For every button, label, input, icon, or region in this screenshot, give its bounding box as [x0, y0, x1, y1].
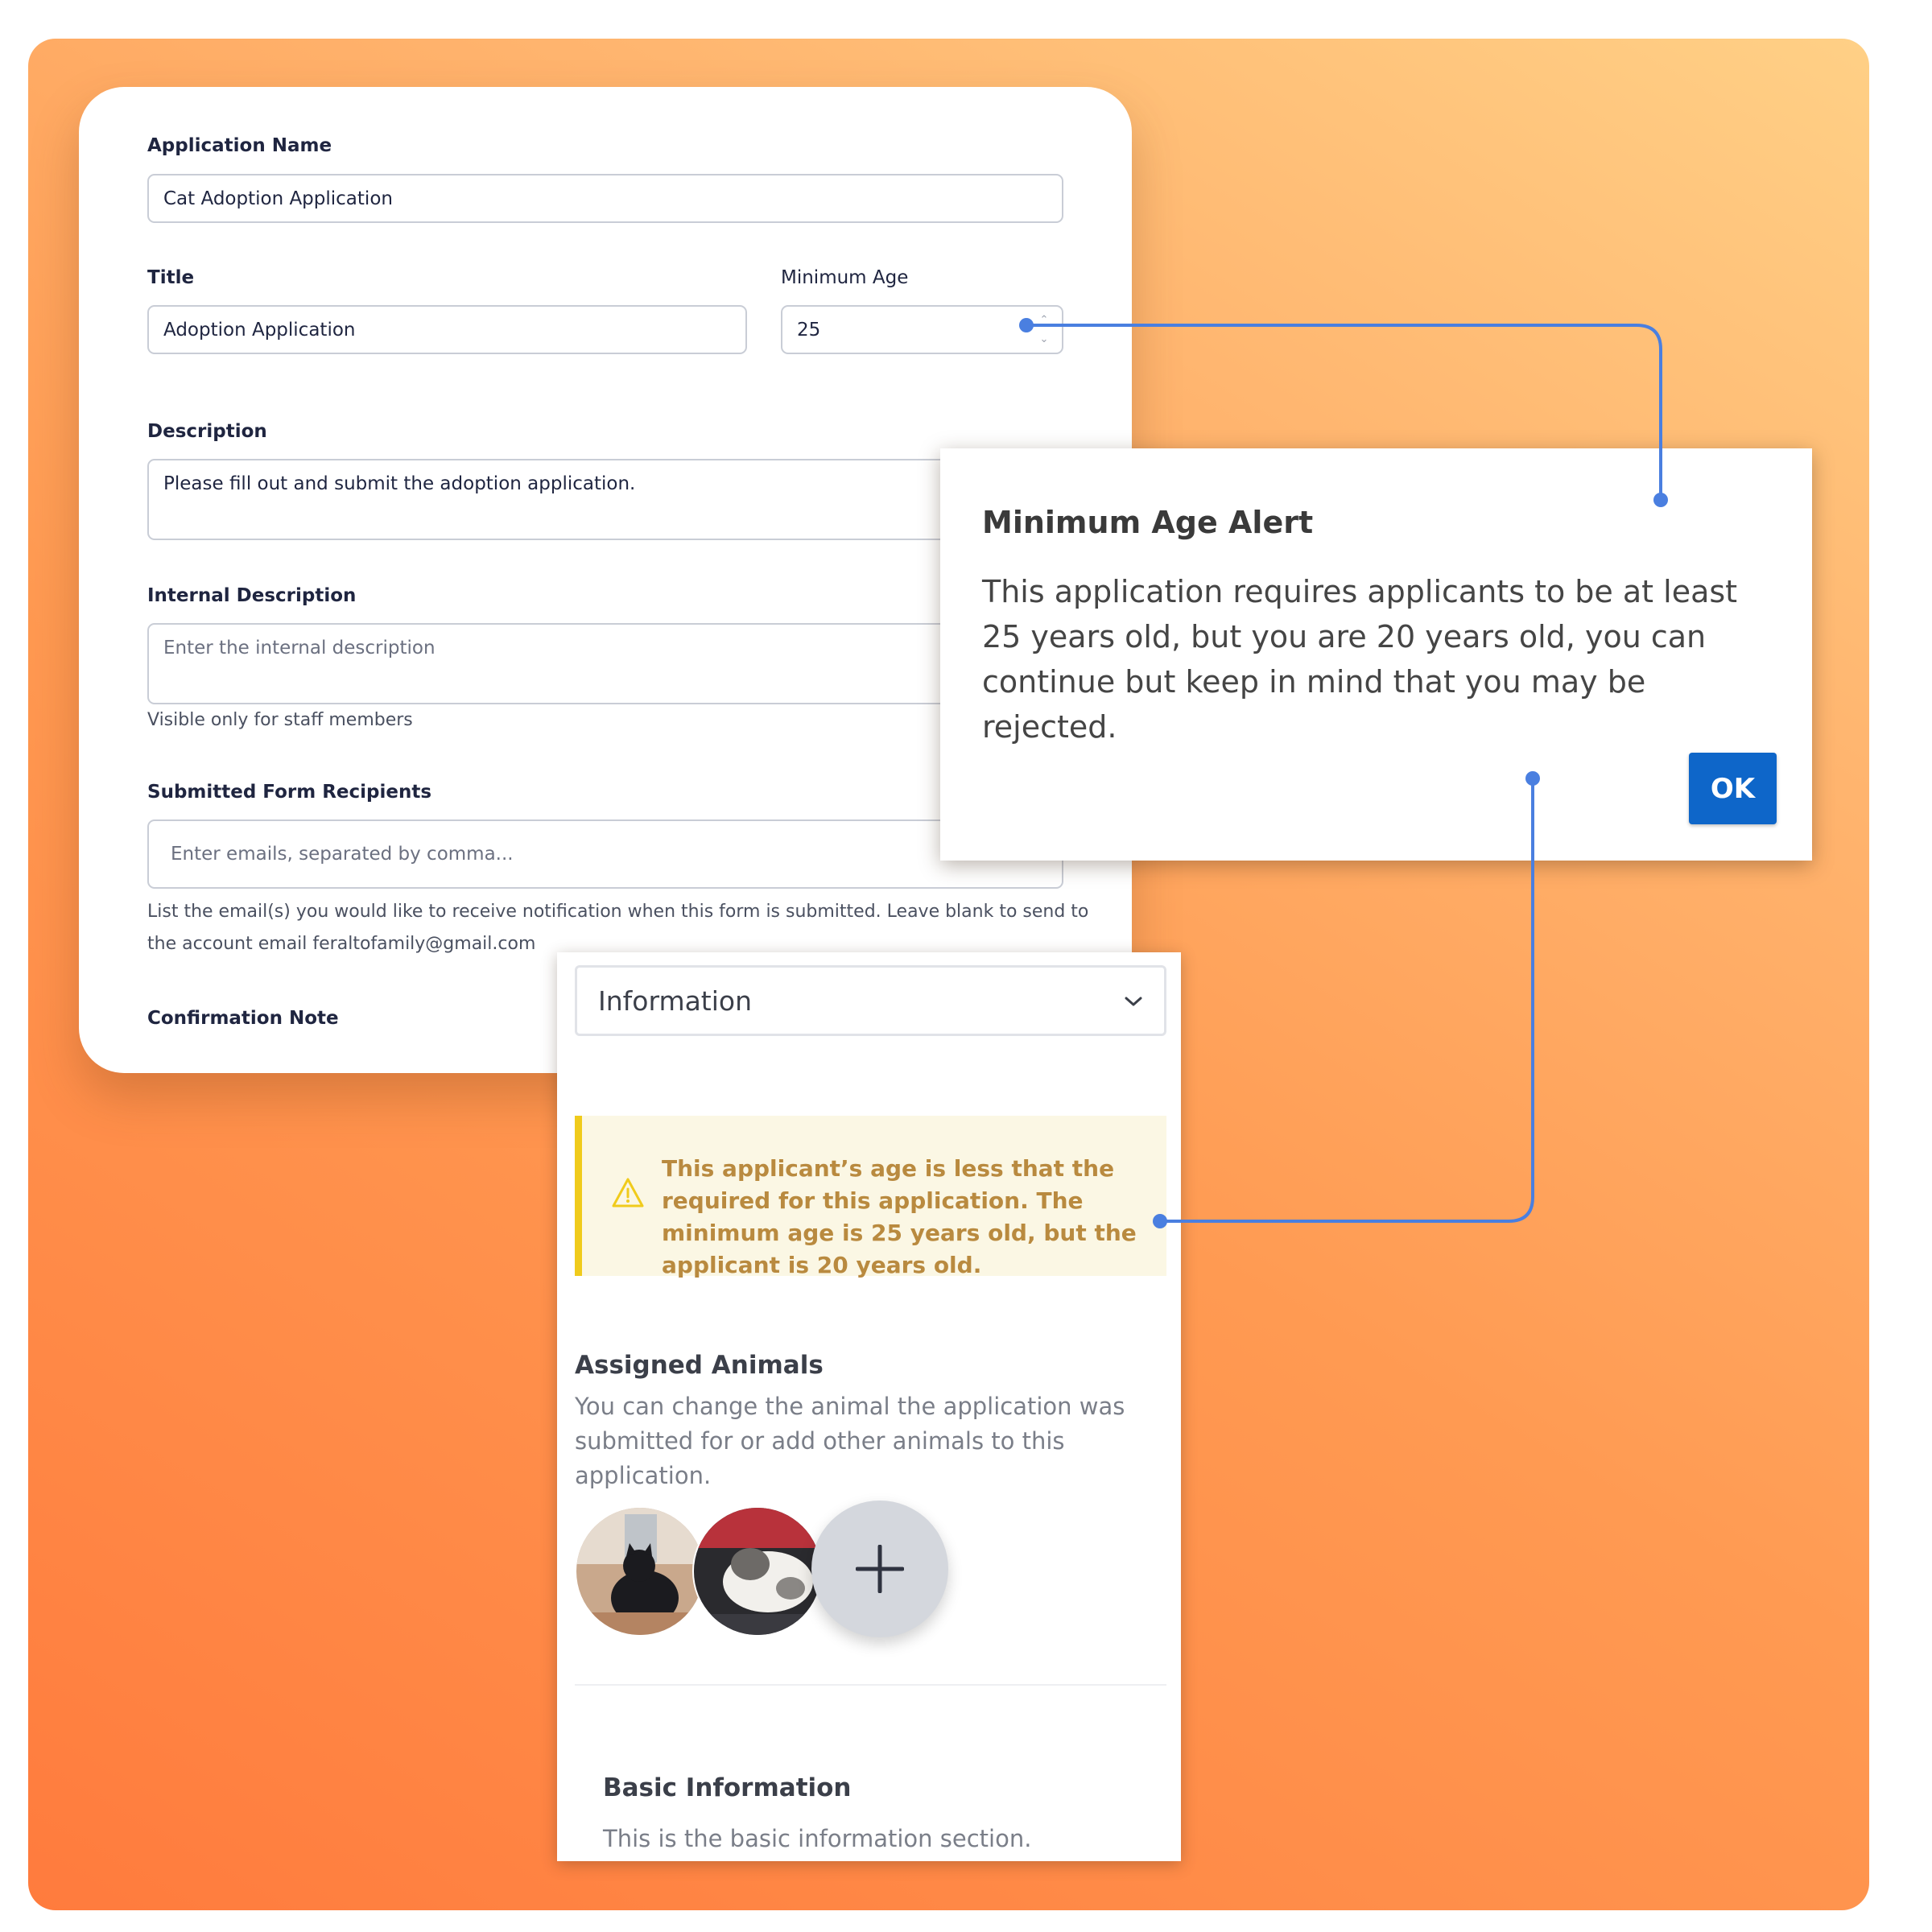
description-value: Please fill out and submit the adoption …	[163, 473, 636, 494]
confirmation-note-label: Confirmation Note	[147, 1008, 339, 1029]
description-label: Description	[147, 421, 267, 442]
animal-avatar[interactable]	[692, 1506, 823, 1637]
application-detail-panel: Information This applicant’s age is less…	[557, 952, 1181, 1861]
minimum-age-alert-dialog: Minimum Age Alert This application requi…	[940, 448, 1812, 861]
minimum-age-input[interactable]: 25 ⌃ ⌄	[781, 305, 1063, 354]
section-select-value: Information	[598, 985, 753, 1017]
alert-title: Minimum Age Alert	[982, 505, 1314, 540]
warning-message: This applicant’s age is less that the re…	[662, 1155, 1137, 1278]
minimum-age-label: Minimum Age	[781, 267, 909, 288]
black-cat-photo	[576, 1508, 704, 1635]
minimum-age-value: 25	[797, 319, 821, 341]
recipients-input[interactable]: Enter emails, separated by comma...	[147, 819, 1063, 889]
warning-icon	[612, 1178, 644, 1208]
animal-avatar[interactable]	[575, 1506, 705, 1637]
white-cat-photo	[694, 1508, 821, 1635]
assigned-animals-title: Assigned Animals	[575, 1351, 824, 1380]
recipients-help-line-2: the account email feraltofamily@gmail.co…	[147, 934, 536, 954]
basic-information-description: This is the basic information section.	[603, 1825, 1032, 1852]
chevron-down-icon[interactable]: ⌄	[1040, 334, 1049, 345]
application-name-label: Application Name	[147, 135, 332, 156]
internal-description-help: Visible only for staff members	[147, 710, 413, 730]
section-select[interactable]: Information	[575, 965, 1166, 1036]
plus-icon	[856, 1545, 904, 1593]
chevron-up-icon[interactable]: ⌃	[1040, 315, 1049, 326]
basic-information-title: Basic Information	[603, 1773, 852, 1802]
description-textarea[interactable]: Please fill out and submit the adoption …	[147, 459, 1063, 540]
title-value: Adoption Application	[163, 319, 356, 341]
internal-description-textarea[interactable]: Enter the internal description	[147, 623, 1063, 704]
application-name-value: Cat Adoption Application	[163, 188, 393, 209]
title-label: Title	[147, 267, 195, 288]
application-name-input[interactable]: Cat Adoption Application	[147, 174, 1063, 223]
section-divider	[575, 1684, 1166, 1686]
recipients-placeholder: Enter emails, separated by comma...	[171, 844, 514, 865]
add-animal-button[interactable]	[811, 1501, 948, 1637]
recipients-label: Submitted Form Recipients	[147, 782, 432, 803]
alert-message: This application requires applicants to …	[982, 574, 1738, 745]
recipients-help-line-1: List the email(s) you would like to rece…	[147, 902, 1089, 922]
internal-description-label: Internal Description	[147, 585, 357, 606]
assigned-animals-description: You can change the animal the applicatio…	[575, 1393, 1125, 1489]
chevron-down-icon	[1125, 997, 1142, 1006]
internal-description-placeholder: Enter the internal description	[163, 638, 436, 658]
title-input[interactable]: Adoption Application	[147, 305, 747, 354]
number-stepper[interactable]: ⌃ ⌄	[1038, 315, 1051, 345]
ok-button[interactable]: OK	[1689, 753, 1777, 824]
age-warning-banner: This applicant’s age is less that the re…	[575, 1116, 1166, 1278]
